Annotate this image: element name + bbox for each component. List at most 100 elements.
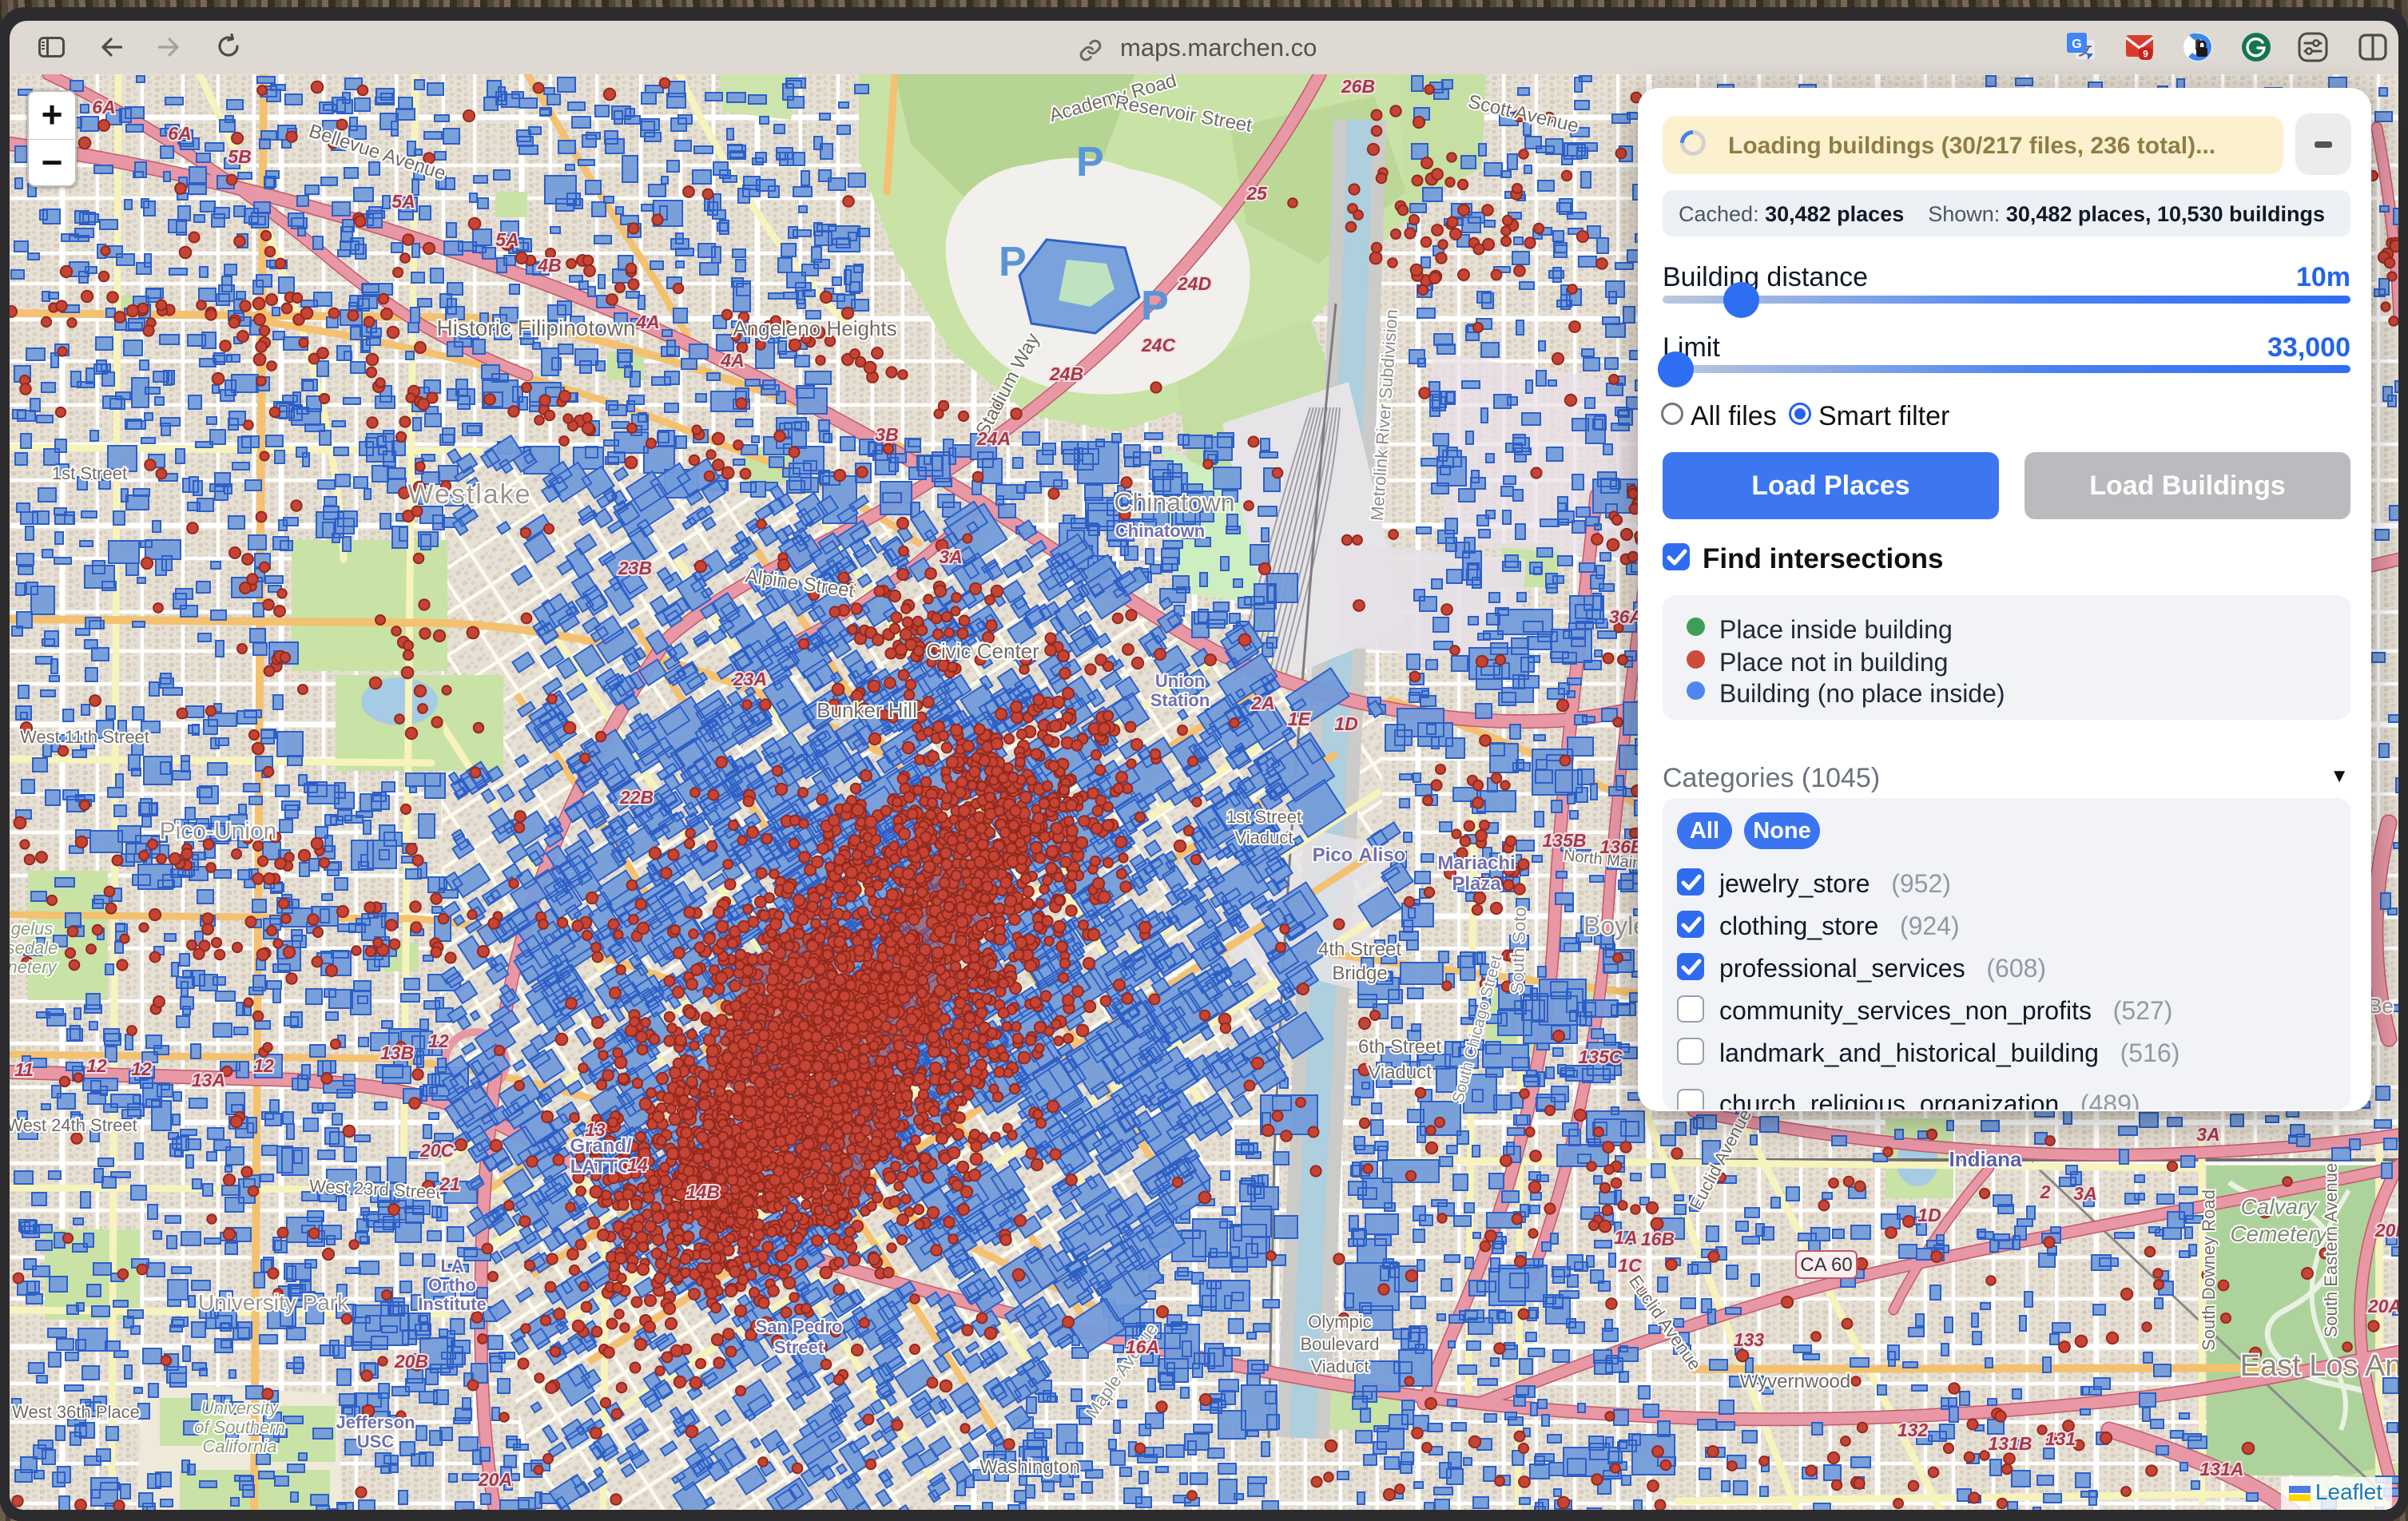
svg-text:Civic Center: Civic Center (926, 639, 1039, 663)
svg-text:Ortho: Ortho (428, 1275, 476, 1295)
svg-text:P: P (999, 239, 1027, 285)
svg-text:Viaduct: Viaduct (1311, 1356, 1369, 1376)
svg-text:6A: 6A (92, 97, 115, 117)
svg-text:Cemetery: Cemetery (2230, 1221, 2328, 1246)
svg-text:Jefferson: Jefferson (336, 1412, 415, 1432)
svg-text:Chinatown: Chinatown (1114, 488, 1234, 517)
svg-text:22B: 22B (619, 787, 654, 808)
svg-text:1A: 1A (1614, 1227, 1637, 1248)
svg-text:West 24th Street: West 24th Street (10, 1115, 137, 1135)
svg-text:West 36th Place: West 36th Place (12, 1402, 140, 1422)
svg-text:5A: 5A (495, 229, 519, 250)
svg-text:11: 11 (14, 1059, 34, 1080)
svg-text:East Los An: East Los An (2240, 1349, 2398, 1383)
svg-text:Calvary: Calvary (2241, 1194, 2319, 1219)
svg-text:Viaduct: Viaduct (1368, 1062, 1432, 1083)
svg-text:Be: Be (2368, 994, 2394, 1018)
svg-text:Boulevard: Boulevard (1300, 1334, 1379, 1354)
svg-text:South Eastern Avenue: South Eastern Avenue (2321, 1163, 2341, 1338)
svg-text:P: P (1076, 139, 1104, 185)
svg-text:12: 12 (428, 1031, 449, 1051)
svg-text:Union: Union (1155, 671, 1205, 691)
svg-text:16A: 16A (1126, 1336, 1159, 1357)
svg-text:24A: 24A (976, 428, 1011, 449)
svg-text:1C: 1C (1618, 1255, 1642, 1276)
svg-text:13B: 13B (380, 1042, 414, 1063)
svg-text:Bunker Hill: Bunker Hill (817, 698, 917, 722)
svg-text:5A: 5A (391, 191, 415, 212)
svg-text:24C: 24C (1141, 335, 1176, 355)
svg-text:9: 9 (2143, 49, 2148, 60)
svg-text:USC: USC (357, 1432, 395, 1452)
svg-text:South Downey Road: South Downey Road (2199, 1189, 2219, 1351)
svg-text:G: G (2072, 38, 2081, 51)
svg-text:3A: 3A (2073, 1183, 2096, 1204)
svg-text:Wyvernwood: Wyvernwood (1740, 1371, 1851, 1392)
svg-text:LATTC: LATTC (570, 1156, 632, 1177)
svg-text:Chinatown: Chinatown (1115, 521, 1205, 541)
svg-text:20A: 20A (478, 1469, 512, 1490)
svg-text:133: 133 (1734, 1329, 1765, 1350)
svg-text:Pico: Pico (1313, 844, 1353, 866)
svg-text:132: 132 (1897, 1420, 1929, 1440)
svg-text:1D: 1D (1917, 1205, 1941, 1225)
svg-text:20B: 20B (394, 1351, 428, 1372)
svg-text:26B: 26B (1341, 76, 1375, 97)
svg-text:4th Street: 4th Street (1318, 939, 1401, 960)
svg-text:24D: 24D (1177, 273, 1211, 294)
svg-text:Aliso: Aliso (1359, 844, 1406, 866)
svg-text:P: P (1141, 283, 1169, 329)
svg-text:131: 131 (2045, 1428, 2076, 1449)
svg-text:16B: 16B (1641, 1229, 1675, 1249)
svg-text:20C: 20C (419, 1140, 455, 1161)
svg-text:Bridge: Bridge (1332, 963, 1387, 984)
svg-text:3B: 3B (875, 424, 898, 445)
svg-text:14B: 14B (686, 1181, 720, 1202)
svg-text:131A: 131A (2200, 1459, 2244, 1479)
svg-text:12: 12 (253, 1055, 274, 1076)
svg-text:4A: 4A (635, 312, 659, 332)
svg-text:1D: 1D (1334, 713, 1357, 734)
svg-text:23B: 23B (618, 558, 652, 578)
svg-text:1st Street: 1st Street (1226, 807, 1301, 827)
svg-text:Historic Filipinotown: Historic Filipinotown (437, 316, 636, 340)
svg-text:Plaza: Plaza (1452, 873, 1501, 895)
svg-text:Institute: Institute (418, 1294, 487, 1314)
svg-text:gelus: gelus (11, 919, 54, 939)
svg-text:Mariachi: Mariachi (1437, 852, 1515, 874)
svg-text:12: 12 (131, 1058, 152, 1079)
svg-text:CA 60: CA 60 (1800, 1254, 1852, 1276)
svg-text:12: 12 (86, 1055, 107, 1076)
svg-text:6A: 6A (168, 123, 191, 144)
svg-text:South Soto: South Soto (1507, 907, 1530, 995)
svg-text:20A: 20A (2367, 1296, 2398, 1316)
svg-text:25: 25 (1246, 183, 1268, 204)
svg-text:University Park: University Park (198, 1290, 349, 1315)
svg-text:24B: 24B (1049, 363, 1083, 384)
svg-text:Washington: Washington (979, 1456, 1080, 1478)
svg-text:West 11th Street: West 11th Street (20, 727, 149, 747)
svg-text:135B: 135B (1543, 830, 1587, 851)
svg-text:Street: Street (774, 1337, 825, 1357)
svg-text:20B: 20B (2374, 1220, 2398, 1241)
svg-text:21: 21 (439, 1174, 460, 1194)
svg-text:Angeleno Heights: Angeleno Heights (733, 316, 896, 340)
svg-text:Indiana: Indiana (1949, 1147, 2022, 1171)
svg-text:sedale: sedale (10, 938, 58, 958)
svg-text:1st Street: 1st Street (52, 463, 127, 483)
svg-text:131B: 131B (1989, 1433, 2032, 1454)
svg-text:of Southern: of Southern (194, 1417, 285, 1437)
svg-text:Pico-Union: Pico-Union (160, 818, 277, 844)
svg-text:3A: 3A (939, 546, 962, 567)
svg-text:netery: netery (10, 957, 58, 977)
svg-text:Station: Station (1150, 690, 1210, 710)
svg-text:4A: 4A (720, 350, 744, 371)
svg-text:Viaduct: Viaduct (1235, 828, 1293, 848)
svg-text:4B: 4B (537, 255, 561, 276)
svg-text:University: University (201, 1398, 280, 1418)
svg-text:2A: 2A (1250, 693, 1274, 713)
svg-text:13A: 13A (192, 1070, 225, 1090)
svg-text:135C: 135C (1579, 1046, 1623, 1067)
svg-text:5B: 5B (228, 146, 251, 167)
svg-text:2: 2 (2040, 1181, 2051, 1202)
